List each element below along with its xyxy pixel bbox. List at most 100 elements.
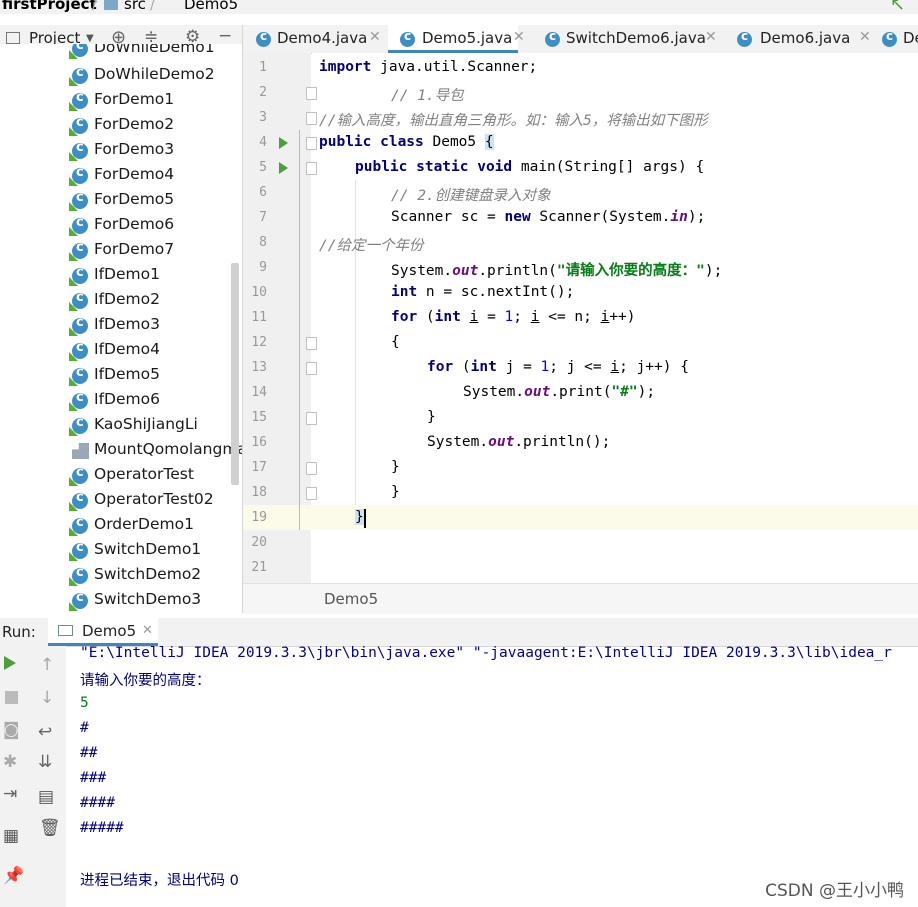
breadcrumb-file[interactable]: Demo5	[184, 0, 238, 13]
indent-guide	[355, 180, 356, 505]
console-command-line: "E:\IntelliJ IDEA 2019.3.3\jbr\bin\java.…	[80, 645, 892, 661]
class-icon	[737, 29, 752, 47]
class-icon	[72, 590, 88, 609]
soft-wrap-icon[interactable]: ↩	[38, 722, 52, 742]
run-main-icon[interactable]	[279, 162, 288, 174]
fold-icon[interactable]	[306, 87, 317, 100]
console-input-line: 5	[80, 695, 89, 711]
rerun-icon[interactable]	[4, 656, 16, 670]
pin-icon[interactable]: 📌	[3, 866, 24, 886]
line-number: 1	[259, 60, 267, 75]
code-line: System.out.println();	[427, 434, 611, 450]
close-icon[interactable]: ✕	[142, 623, 153, 638]
class-icon	[72, 290, 88, 309]
code-line: import java.util.Scanner;	[319, 59, 538, 75]
fold-icon[interactable]	[306, 137, 317, 150]
class-icon	[72, 240, 88, 259]
console-output-line: #####	[80, 820, 124, 836]
line-number: 5	[259, 160, 267, 175]
folder-icon	[104, 0, 118, 10]
code-line: for (int i = 1; i <= n; i++)	[391, 309, 636, 325]
fold-icon[interactable]	[306, 112, 317, 125]
stop-icon[interactable]	[5, 691, 18, 704]
fold-icon[interactable]	[306, 362, 317, 375]
class-icon	[72, 415, 88, 434]
class-icon	[72, 390, 88, 409]
code-line: //输入高度，输出直角三角形。如：输入5，将输出如下图形	[319, 113, 708, 129]
camera-icon[interactable]: ◙	[3, 720, 20, 740]
tab-demo5[interactable]: Demo5.java✕	[388, 25, 525, 53]
close-icon[interactable]: ✕	[513, 29, 525, 45]
close-icon[interactable]: ✕	[859, 29, 871, 45]
fold-icon[interactable]	[306, 337, 317, 350]
code-line: Scanner sc = new Scanner(System.in);	[391, 209, 706, 225]
line-number: 9	[259, 260, 267, 275]
run-panel-header: Run: Demo5 ✕	[0, 618, 918, 647]
console-output-line: 请输入你要的高度：	[80, 673, 211, 689]
watermark: CSDN @王小小鸭	[765, 881, 904, 901]
code-line: {	[391, 334, 400, 350]
breadcrumb: firstProject / src / Demo5 ↖	[0, 0, 918, 14]
breadcrumb-separator: /	[92, 0, 98, 13]
console-output-line: ##	[80, 745, 98, 761]
fold-icon[interactable]	[306, 462, 317, 475]
line-number: 21	[251, 560, 267, 575]
class-icon	[72, 340, 88, 359]
console-exit-line: 进程已结束，退出代码 0	[80, 873, 239, 889]
exit-icon[interactable]: ⇥	[3, 784, 17, 804]
class-icon	[72, 515, 88, 534]
line-number: 8	[259, 235, 267, 250]
class-icon	[72, 90, 88, 109]
tab-overflow[interactable]: De	[882, 25, 918, 53]
class-icon	[72, 315, 88, 334]
console-icon	[58, 625, 73, 636]
line-number: 16	[251, 435, 267, 450]
class-icon	[72, 165, 88, 184]
close-icon[interactable]: ✕	[705, 29, 717, 45]
minimize-icon[interactable]: −	[218, 26, 232, 46]
fold-icon[interactable]	[306, 162, 317, 175]
code-line: // 1.导包	[391, 88, 464, 104]
arrow-down-icon[interactable]: ↓	[40, 688, 54, 708]
trash-icon[interactable]: 🗑	[39, 818, 61, 838]
tab-demo6[interactable]: Demo6.java✕	[737, 25, 877, 53]
tab-switchdemo6[interactable]: SwitchDemo6.java✕	[545, 25, 720, 53]
line-number: 12	[251, 335, 267, 350]
class-icon	[72, 115, 88, 134]
layout-icon[interactable]: ▦	[3, 826, 19, 846]
code-line: }	[391, 459, 400, 475]
run-class-icon[interactable]	[279, 137, 288, 149]
debug-icon[interactable]: ✱	[3, 752, 17, 772]
fold-icon[interactable]	[306, 487, 317, 500]
breadcrumb-separator: /	[150, 0, 156, 13]
class-icon	[72, 190, 88, 209]
code-line: System.out.print("#");	[463, 384, 656, 400]
hammer-icon[interactable]: ↖	[890, 0, 905, 14]
class-icon	[72, 44, 88, 57]
console-output-line: ####	[80, 795, 115, 811]
breadcrumb-folder[interactable]: src	[124, 0, 146, 13]
editor-breadcrumb-bar: Demo5	[243, 583, 918, 614]
class-icon	[72, 215, 88, 234]
scroll-to-end-icon[interactable]: ⇊	[38, 752, 52, 772]
breadcrumb-project[interactable]: firstProject	[2, 0, 97, 13]
arrow-up-icon[interactable]: ↑	[40, 655, 54, 675]
line-number: 7	[259, 210, 267, 225]
tree-scrollbar[interactable]	[231, 263, 239, 485]
editor-breadcrumb[interactable]: Demo5	[324, 590, 378, 608]
run-tab[interactable]: Demo5 ✕	[48, 618, 158, 646]
project-tree: DoWhileDemo1 DoWhileDemo2 ForDemo1 ForDe…	[0, 44, 242, 613]
chevron-down-icon[interactable]: ▼	[86, 33, 94, 44]
line-number: 3	[259, 110, 267, 125]
close-icon[interactable]: ✕	[369, 29, 381, 45]
tab-demo4[interactable]: Demo4.java✕	[256, 25, 386, 53]
line-number: 11	[251, 310, 267, 325]
line-number: 13	[251, 360, 267, 375]
project-view-icon	[6, 32, 20, 44]
class-icon	[72, 65, 88, 84]
class-icon	[72, 490, 88, 509]
class-icon	[256, 29, 271, 47]
print-icon[interactable]: ▤	[38, 787, 54, 807]
class-icon	[545, 29, 560, 47]
fold-icon[interactable]	[306, 412, 317, 425]
